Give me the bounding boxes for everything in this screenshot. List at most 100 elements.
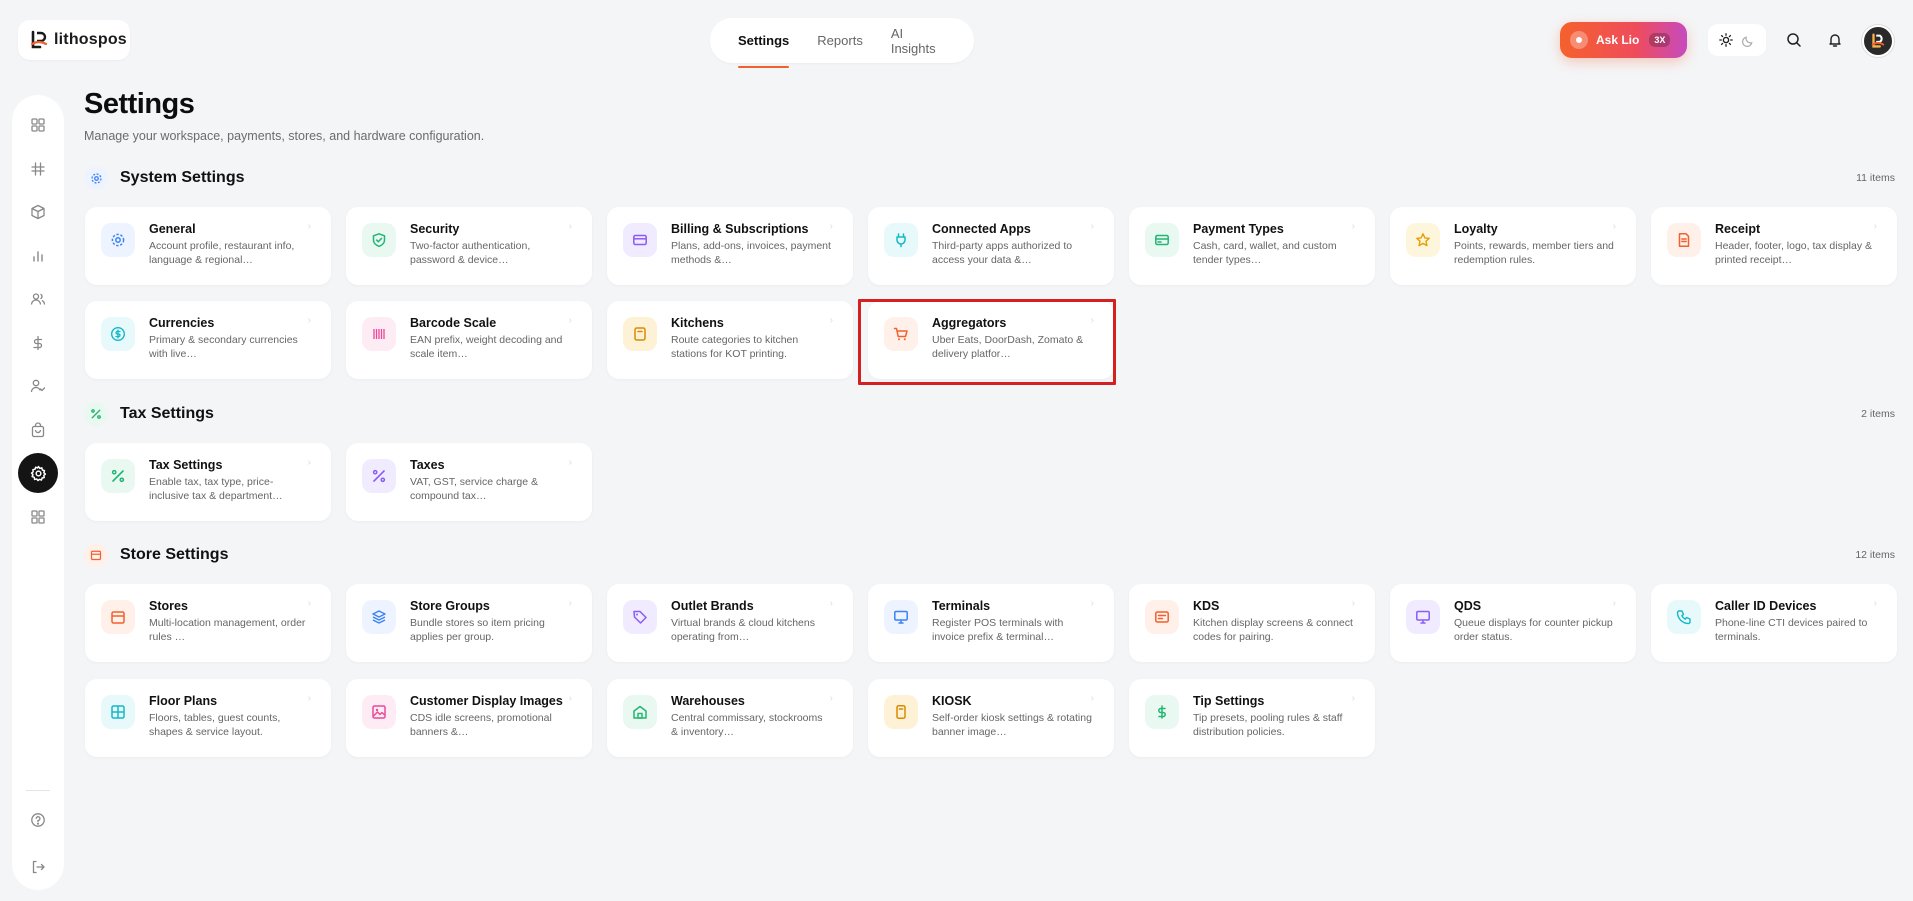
settings-card-kds[interactable]: KDS Kitchen display screens & connect co…: [1129, 584, 1375, 662]
card-text: Connected Apps Third-party apps authoriz…: [932, 221, 1092, 285]
card-text: Tip Settings Tip presets, pooling rules …: [1193, 693, 1353, 757]
tab-ai-insights[interactable]: AI Insights: [877, 18, 960, 63]
card-text: General Account profile, restaurant info…: [149, 221, 309, 285]
card-description: Route categories to kitchen stations for…: [671, 334, 799, 360]
settings-card-store-groups[interactable]: Store Groups Bundle stores so item prici…: [346, 584, 592, 662]
card-description: Primary & secondary currencies with live…: [149, 334, 298, 360]
settings-card-loyalty[interactable]: Loyalty Points, rewards, member tiers an…: [1390, 207, 1636, 285]
settings-card-barcode-scale[interactable]: Barcode Scale EAN prefix, weight decodin…: [346, 301, 592, 379]
page-subtitle: Manage your workspace, payments, stores,…: [84, 129, 485, 143]
chevron-right-icon: ›: [1351, 598, 1355, 609]
dollar-icon: [33, 335, 43, 350]
settings-card-aggregators[interactable]: Aggregators Uber Eats, DoorDash, Zomato …: [868, 301, 1114, 379]
settings-card-outlet-brands[interactable]: Outlet Brands Virtual brands & cloud kit…: [607, 584, 853, 662]
card-description: Queue displays for counter pickup order …: [1454, 617, 1613, 643]
card-title: Taxes: [410, 458, 445, 472]
card-title: Stores: [149, 599, 188, 613]
chevron-right-icon: ›: [307, 693, 311, 704]
card-title: Customer Display Images: [410, 694, 563, 708]
help-icon: [31, 813, 45, 827]
settings-card-receipt[interactable]: Receipt Header, footer, logo, tax displa…: [1651, 207, 1897, 285]
card-text: Customer Display Images CDS idle screens…: [410, 693, 570, 757]
tab-settings[interactable]: Settings: [724, 18, 803, 68]
sidebar-item-settings[interactable]: [18, 453, 58, 493]
settings-card-general[interactable]: General Account profile, restaurant info…: [85, 207, 331, 285]
sidebar-item-help[interactable]: [18, 800, 58, 840]
settings-card-taxes[interactable]: Taxes VAT, GST, service charge & compoun…: [346, 443, 592, 521]
tab-reports[interactable]: Reports: [803, 18, 877, 63]
settings-card-tax-settings[interactable]: Tax Settings Enable tax, tax type, price…: [85, 443, 331, 521]
sun-icon[interactable]: [1718, 33, 1733, 47]
sidebar-item-analytics[interactable]: [18, 236, 58, 276]
card-description: Header, footer, logo, tax display & prin…: [1715, 240, 1873, 266]
settings-card-caller-id-devices[interactable]: Caller ID Devices Phone-line CTI devices…: [1651, 584, 1897, 662]
card-text: Kitchens Route categories to kitchen sta…: [671, 315, 831, 379]
store-icon: [101, 600, 135, 634]
section-count: 2 items: [1861, 408, 1895, 420]
user-check-icon: [30, 379, 46, 393]
users-icon: [30, 293, 46, 305]
brand-logo[interactable]: lithospos: [18, 20, 130, 60]
chevron-right-icon: ›: [568, 315, 572, 326]
card-description: Self-order kiosk settings & rotating ban…: [932, 712, 1092, 738]
card-text: Store Groups Bundle stores so item prici…: [410, 598, 570, 662]
sidebar-item-finance[interactable]: [18, 323, 58, 363]
sidebar-item-products[interactable]: [18, 192, 58, 232]
settings-card-connected-apps[interactable]: Connected Apps Third-party apps authoriz…: [868, 207, 1114, 285]
card-text: Floor Plans Floors, tables, guest counts…: [149, 693, 309, 757]
chevron-right-icon: ›: [829, 598, 833, 609]
chevron-right-icon: ›: [1873, 598, 1877, 609]
card-text: KIOSK Self-order kiosk settings & rotati…: [932, 693, 1092, 757]
phone-icon: [1667, 600, 1701, 634]
card-text: Caller ID Devices Phone-line CTI devices…: [1715, 598, 1875, 662]
sidebar-item-dashboard[interactable]: [18, 105, 58, 145]
settings-card-tip-settings[interactable]: Tip Settings Tip presets, pooling rules …: [1129, 679, 1375, 757]
sidebar-item-customers[interactable]: [18, 279, 58, 319]
chevron-right-icon: ›: [1090, 598, 1094, 609]
card-description: EAN prefix, weight decoding and scale it…: [410, 334, 563, 360]
settings-card-currencies[interactable]: Currencies Primary & secondary currencie…: [85, 301, 331, 379]
bell-icon[interactable]: [1823, 28, 1847, 52]
card-text: Stores Multi-location management, order …: [149, 598, 309, 662]
card-description: Virtual brands & cloud kitchens operatin…: [671, 617, 815, 643]
sidebar-item-apps[interactable]: [18, 497, 58, 537]
sidebar-item-logout[interactable]: [18, 847, 58, 887]
warehouse-icon: [623, 695, 657, 729]
card-description: Kitchen display screens & connect codes …: [1193, 617, 1353, 643]
settings-card-stores[interactable]: Stores Multi-location management, order …: [85, 584, 331, 662]
sidebar-item-orders[interactable]: [18, 410, 58, 450]
settings-card-billing-and-subscriptions[interactable]: Billing & Subscriptions Plans, add-ons, …: [607, 207, 853, 285]
settings-card-kitchens[interactable]: Kitchens Route categories to kitchen sta…: [607, 301, 853, 379]
settings-card-customer-display-images[interactable]: Customer Display Images CDS idle screens…: [346, 679, 592, 757]
chart-icon: [33, 250, 43, 262]
settings-card-terminals[interactable]: Terminals Register POS terminals with in…: [868, 584, 1114, 662]
card-title: Receipt: [1715, 222, 1761, 236]
chevron-right-icon: ›: [568, 221, 572, 232]
chevron-right-icon: ›: [829, 315, 833, 326]
card-title: Loyalty: [1454, 222, 1498, 236]
settings-card-kiosk[interactable]: KIOSK Self-order kiosk settings & rotati…: [868, 679, 1114, 757]
settings-card-qds[interactable]: QDS Queue displays for counter pickup or…: [1390, 584, 1636, 662]
dollar-circle-icon: [101, 317, 135, 351]
layers-icon: [362, 600, 396, 634]
brand-name: lithospos: [54, 31, 127, 48]
settings-card-payment-types[interactable]: Payment Types Cash, card, wallet, and cu…: [1129, 207, 1375, 285]
card-title: Tax Settings: [149, 458, 223, 472]
sidebar-item-tables[interactable]: [18, 149, 58, 189]
kds-icon: [1145, 600, 1179, 634]
settings-card-warehouses[interactable]: Warehouses Central commissary, stockroom…: [607, 679, 853, 757]
avatar[interactable]: [1862, 25, 1894, 57]
ask-lio-button[interactable]: Ask Lio 3X: [1560, 22, 1687, 58]
box-icon: [31, 204, 45, 220]
settings-card-floor-plans[interactable]: Floor Plans Floors, tables, guest counts…: [85, 679, 331, 757]
card-title: General: [149, 222, 196, 236]
sidebar-item-staff[interactable]: [18, 366, 58, 406]
percent-icon: [101, 459, 135, 493]
settings-card-security[interactable]: Security Two-factor authentication, pass…: [346, 207, 592, 285]
theme-toggle[interactable]: [1708, 24, 1766, 56]
lithospos-logo-icon: [30, 30, 48, 49]
search-icon[interactable]: [1782, 28, 1806, 52]
moon-icon[interactable]: [1742, 34, 1755, 47]
top-navigation: Settings Reports AI Insights: [710, 18, 974, 68]
card-text: Billing & Subscriptions Plans, add-ons, …: [671, 221, 831, 285]
